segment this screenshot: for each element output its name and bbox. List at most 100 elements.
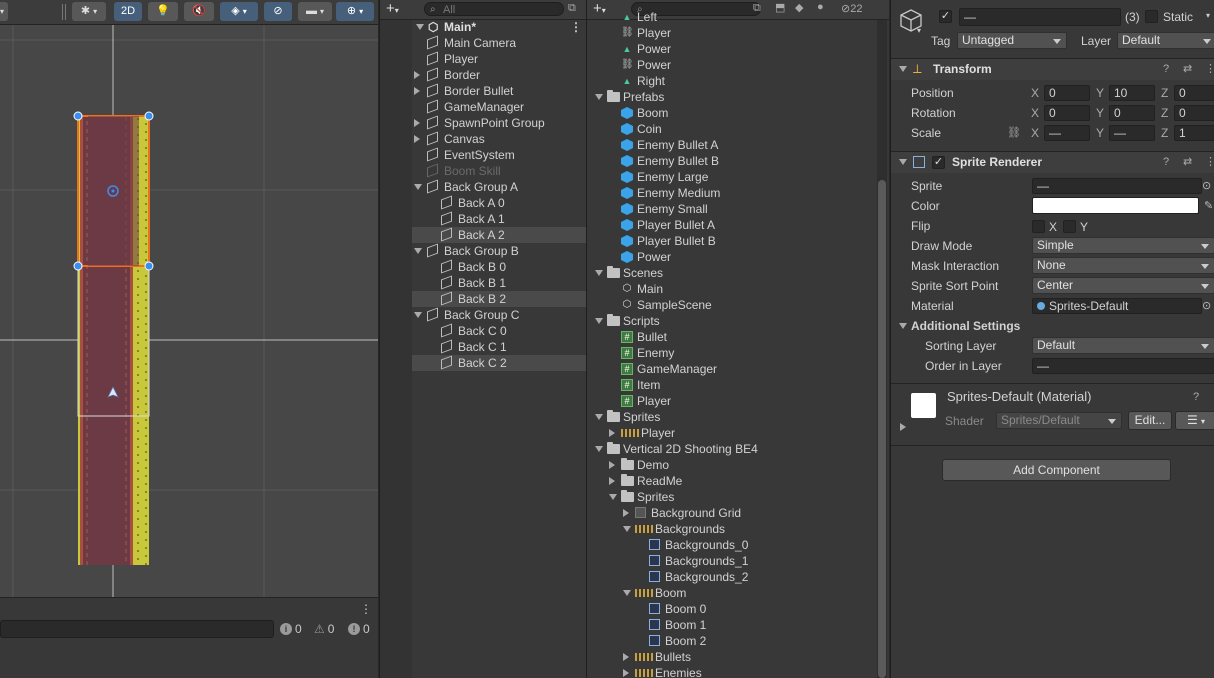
help-icon[interactable]: ? — [1163, 155, 1169, 170]
scene-canvas[interactable] — [0, 25, 378, 597]
project-item[interactable]: Player Bullet B — [587, 233, 875, 249]
hidden-objects-button[interactable]: ⊘ — [264, 2, 292, 21]
foldout-closed-icon[interactable] — [609, 477, 615, 485]
console-search-input[interactable] — [0, 620, 274, 638]
static-dropdown-chevron-icon[interactable]: ▾ — [1206, 11, 1210, 20]
project-item[interactable]: # GameManager — [587, 361, 875, 377]
lighting-button[interactable]: 💡 — [148, 2, 178, 21]
active-checkbox[interactable]: ✓ — [939, 10, 952, 23]
sprite-object-field[interactable]: — — [1032, 178, 1202, 194]
presets-sliders-icon[interactable]: ⇄ — [1183, 62, 1192, 77]
project-item[interactable]: # Bullet — [587, 329, 875, 345]
foldout-closed-icon[interactable] — [414, 135, 420, 143]
scale-y-field[interactable]: — — [1109, 125, 1155, 141]
project-item[interactable]: # Player — [587, 393, 875, 409]
audio-button[interactable]: 🔇 — [184, 2, 214, 21]
hierarchy-item[interactable]: Back A 1 — [412, 211, 586, 227]
foldout-open-icon[interactable] — [595, 270, 603, 276]
sprite-renderer-header[interactable]: ✓ Sprite Renderer ? ⇄ ⋮ — [891, 151, 1214, 173]
project-item[interactable]: Sprites — [587, 409, 875, 425]
more-options-icon[interactable]: ⋮ — [1205, 155, 1214, 170]
project-item[interactable]: Boom — [587, 585, 875, 601]
project-item[interactable]: Sprites — [587, 489, 875, 505]
eyedropper-icon[interactable]: ✎ — [1204, 199, 1213, 212]
hierarchy-item[interactable]: Back Group C — [412, 307, 586, 323]
tag-dropdown[interactable]: Untagged — [957, 32, 1067, 49]
project-item[interactable]: Scripts — [587, 313, 875, 329]
sprite-renderer-enabled-checkbox[interactable]: ✓ — [932, 156, 945, 169]
project-item[interactable]: Backgrounds_2 — [587, 569, 875, 585]
effects-button[interactable]: ◈ ▾ — [220, 2, 258, 21]
gizmo-bug-button[interactable]: ✱ ▾ — [72, 2, 106, 21]
project-item[interactable]: # Item — [587, 377, 875, 393]
chevron-down-icon[interactable]: ▾ — [917, 26, 921, 35]
hierarchy-scene-row[interactable]: ⬡ Main* ⋮ — [412, 19, 586, 35]
object-picker-icon[interactable]: ⊙ — [1202, 179, 1211, 192]
project-item[interactable]: ⬡ SampleScene — [587, 297, 875, 313]
more-options-icon[interactable]: ⋮ — [1205, 62, 1214, 77]
additional-settings-foldout[interactable]: Additional Settings — [911, 318, 1020, 334]
hierarchy-item[interactable]: Back C 0 — [412, 323, 586, 339]
hierarchy-item[interactable]: Back A 2 — [412, 227, 586, 243]
foldout-open-icon[interactable] — [623, 590, 631, 596]
project-item[interactable]: ⛓ Power — [587, 57, 875, 73]
color-swatch-field[interactable] — [1032, 197, 1199, 214]
foldout-closed-icon[interactable] — [623, 669, 629, 677]
hierarchy-item[interactable]: Back Group A — [412, 179, 586, 195]
project-item[interactable]: ▲ Right — [587, 73, 875, 89]
project-item[interactable]: ReadMe — [587, 473, 875, 489]
foldout-closed-icon[interactable] — [609, 461, 615, 469]
help-icon[interactable]: ? — [1193, 390, 1199, 405]
project-item[interactable]: Demo — [587, 457, 875, 473]
sorting-layer-dropdown[interactable]: Default — [1032, 337, 1214, 354]
foldout-open-icon[interactable] — [609, 494, 617, 500]
scene-visibility-icon[interactable]: ⧉ — [568, 2, 576, 15]
hierarchy-item[interactable]: Back B 1 — [412, 275, 586, 291]
draw-mode-dropdown[interactable]: Simple — [1032, 237, 1214, 254]
project-item[interactable]: Scenes — [587, 265, 875, 281]
hierarchy-search-input[interactable]: ⌕ All — [424, 2, 564, 16]
project-item[interactable]: Boom — [587, 105, 875, 121]
layer-dropdown[interactable]: Default — [1117, 32, 1214, 49]
project-item[interactable]: Enemy Large — [587, 169, 875, 185]
hierarchy-item[interactable]: Boom Skill — [412, 163, 586, 179]
project-item[interactable]: Coin — [587, 121, 875, 137]
project-item[interactable]: # Enemy — [587, 345, 875, 361]
rotation-y-field[interactable]: 0 — [1109, 105, 1155, 121]
flip-x-checkbox[interactable] — [1032, 220, 1045, 233]
project-item[interactable]: ⛓ Player — [587, 25, 875, 41]
gizmos-button[interactable]: ⊕ ▾ — [336, 2, 374, 21]
hierarchy-item[interactable]: EventSystem — [412, 147, 586, 163]
hierarchy-item[interactable]: Back C 2 — [412, 355, 586, 371]
mask-interaction-dropdown[interactable]: None — [1032, 257, 1214, 274]
foldout-closed-icon[interactable] — [900, 423, 906, 431]
material-object-field[interactable]: Sprites-Default — [1032, 298, 1202, 314]
object-name-field[interactable]: — — [959, 8, 1121, 26]
shader-dropdown[interactable]: Sprites/Default — [996, 412, 1122, 429]
order-in-layer-field[interactable]: — — [1032, 358, 1214, 374]
camera-button[interactable]: ▬ ▾ — [298, 2, 332, 21]
object-picker-icon[interactable]: ⊙ — [1202, 299, 1211, 312]
hierarchy-item[interactable]: Back B 0 — [412, 259, 586, 275]
foldout-open-icon[interactable] — [899, 323, 907, 329]
project-scrollbar-thumb[interactable] — [878, 180, 886, 678]
foldout-open-icon[interactable] — [595, 94, 603, 100]
console-log-count[interactable]: i0 — [280, 620, 302, 638]
project-item[interactable]: Enemy Bullet B — [587, 153, 875, 169]
hierarchy-visibility-gutter[interactable] — [380, 20, 412, 678]
project-item[interactable]: Background Grid — [587, 505, 875, 521]
more-options-icon[interactable]: ⋮ — [360, 602, 372, 616]
position-x-field[interactable]: 0 — [1044, 85, 1090, 101]
hierarchy-item[interactable]: SpawnPoint Group — [412, 115, 586, 131]
project-item[interactable]: Player Bullet A — [587, 217, 875, 233]
transform-header[interactable]: ⟂ Transform ? ⇄ ⋮ — [891, 58, 1214, 80]
foldout-closed-icon[interactable] — [414, 71, 420, 79]
presets-sliders-icon[interactable]: ⇄ — [1183, 155, 1192, 170]
project-item[interactable]: ▲ Left — [587, 9, 875, 25]
foldout-closed-icon[interactable] — [623, 509, 629, 517]
foldout-open-icon[interactable] — [623, 526, 631, 532]
hierarchy-item[interactable]: Border — [412, 67, 586, 83]
foldout-open-icon[interactable] — [899, 66, 907, 72]
shader-options-button[interactable]: ☰ ▾ — [1175, 411, 1214, 430]
hierarchy-item[interactable]: Back A 0 — [412, 195, 586, 211]
